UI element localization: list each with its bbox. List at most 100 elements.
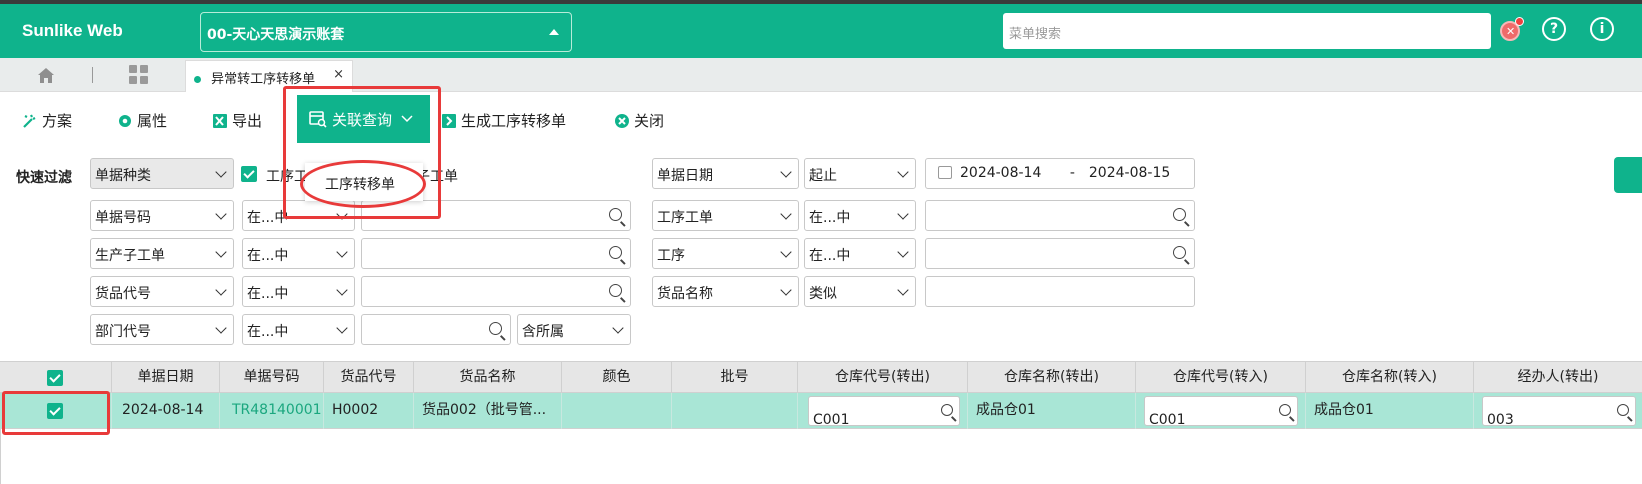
select-all-checkbox[interactable] <box>47 370 63 386</box>
calendar-search-icon <box>309 111 327 128</box>
caret-up-icon <box>549 29 559 35</box>
col-header[interactable]: 货品名称 <box>414 362 562 394</box>
col-header[interactable]: 经办人(转出) <box>1474 362 1642 394</box>
date-range-input[interactable]: 2024-08-14 -2024-08-15 <box>925 158 1195 189</box>
select-all-cell[interactable] <box>0 362 112 394</box>
chevron-down-icon <box>780 166 792 178</box>
brand-logo: Sunlike Web <box>22 21 123 40</box>
query-button[interactable] <box>1614 157 1642 193</box>
dept-code-op-select[interactable]: 在...中 <box>242 314 355 345</box>
chevron-down-icon <box>780 208 792 220</box>
proc-order-select[interactable]: 工序工单 <box>652 200 799 231</box>
item-name-input[interactable] <box>925 276 1195 307</box>
chevron-down-icon <box>612 322 624 334</box>
row-checkbox[interactable] <box>47 403 63 419</box>
search-icon[interactable] <box>1173 208 1186 221</box>
export-button[interactable]: 导出 <box>212 110 262 131</box>
chevron-down-icon <box>215 322 227 334</box>
col-header[interactable]: 仓库代号(转出) <box>798 362 968 394</box>
chevron-down-icon <box>401 115 413 123</box>
chevron-down-icon <box>897 208 909 220</box>
prod-sub-order-select[interactable]: 生产子工单 <box>90 238 234 269</box>
wh-in-code-input[interactable]: C001 <box>1144 396 1298 428</box>
chevron-down-icon <box>780 284 792 296</box>
chevron-down-icon <box>215 208 227 220</box>
cell-handler-out: 003 <box>1474 393 1642 429</box>
item-name-select[interactable]: 货品名称 <box>652 276 799 307</box>
doc-no-input[interactable] <box>361 200 631 231</box>
col-header[interactable]: 仓库名称(转出) <box>968 362 1136 394</box>
item-code-op-select[interactable]: 在...中 <box>242 276 355 307</box>
account-selector[interactable]: 00-天心天思演示账套 <box>200 12 572 52</box>
dept-code-select[interactable]: 部门代号 <box>90 314 234 345</box>
col-header[interactable]: 仓库名称(转入) <box>1306 362 1474 394</box>
search-icon[interactable] <box>609 246 622 259</box>
prod-sub-order-input[interactable] <box>361 238 631 269</box>
prod-sub-order-op-select[interactable]: 在...中 <box>242 238 355 269</box>
tab-close-icon[interactable]: × <box>333 67 344 82</box>
search-icon[interactable] <box>1279 404 1291 416</box>
help-icon[interactable]: ? <box>1542 17 1566 41</box>
table-row[interactable]: 2024-08-14 TR48140001 H0002 货品002（批号管...… <box>0 393 1642 429</box>
chevron-down-icon <box>336 284 348 296</box>
item-code-input[interactable] <box>361 276 631 307</box>
chevron-down-icon <box>215 284 227 296</box>
doc-no-op-select[interactable]: 在...中 <box>242 200 355 231</box>
search-icon[interactable] <box>941 404 953 416</box>
info-icon[interactable]: i <box>1590 17 1614 41</box>
notification-icon[interactable]: ✕ <box>1500 17 1524 41</box>
col-header[interactable]: 单据日期 <box>112 362 220 394</box>
wh-out-code-input[interactable]: C001 <box>808 396 960 428</box>
proc-order-op-select[interactable]: 在...中 <box>804 200 916 231</box>
menu-search-input[interactable]: 菜单搜索 <box>1003 13 1491 49</box>
process-input[interactable] <box>925 238 1195 269</box>
row-select-cell[interactable] <box>0 393 112 429</box>
col-header[interactable]: 货品代号 <box>324 362 414 394</box>
item-code-select[interactable]: 货品代号 <box>90 276 234 307</box>
tab-exception-transfer[interactable]: 异常转工序转移单 × <box>185 60 353 92</box>
cell-doc-no-link[interactable]: TR48140001 <box>220 393 324 429</box>
include-sub-select[interactable]: 含所属 <box>517 314 631 345</box>
doc-date-select[interactable]: 单据日期 <box>652 158 799 189</box>
generate-transfer-button[interactable]: 生成工序转移单 <box>441 110 566 131</box>
quick-filter-label: 快速过滤 <box>16 170 72 186</box>
item-name-op-select[interactable]: 类似 <box>804 276 916 307</box>
proc-order-input[interactable] <box>925 200 1195 231</box>
close-button[interactable]: 关闭 <box>614 110 664 131</box>
plan-button[interactable]: 方案 <box>22 110 72 131</box>
chevron-down-icon <box>780 246 792 258</box>
chevron-down-icon <box>215 246 227 258</box>
proc-order-checkbox[interactable] <box>241 166 257 182</box>
col-header[interactable]: 颜色 <box>562 362 672 394</box>
menu-item-process-transfer[interactable]: 工序转移单 <box>325 174 395 194</box>
date-range-select[interactable]: 起止 <box>804 158 916 189</box>
search-icon[interactable] <box>1173 246 1186 259</box>
doc-no-select[interactable]: 单据号码 <box>90 200 234 231</box>
doc-type-select[interactable]: 单据种类 <box>90 158 234 189</box>
dept-code-input[interactable] <box>361 314 511 345</box>
related-query-button[interactable]: 关联查询 <box>297 95 430 143</box>
chevron-down-icon <box>336 246 348 258</box>
home-icon[interactable] <box>37 66 55 84</box>
search-icon[interactable] <box>609 208 622 221</box>
process-select[interactable]: 工序 <box>652 238 799 269</box>
cell-date: 2024-08-14 <box>112 393 220 429</box>
search-icon[interactable] <box>489 322 502 335</box>
chevron-down-icon <box>336 208 348 220</box>
tab-divider <box>92 67 93 83</box>
related-query-menu: 工序转移单 <box>305 163 423 201</box>
col-header[interactable]: 仓库代号(转入) <box>1136 362 1306 394</box>
handler-out-input[interactable]: 003 <box>1482 396 1636 428</box>
cell-wh-out-name: 成品仓01 <box>968 393 1136 429</box>
properties-button[interactable]: 属性 <box>117 110 167 131</box>
apps-grid-icon[interactable] <box>129 65 149 85</box>
process-op-select[interactable]: 在...中 <box>804 238 916 269</box>
search-icon[interactable] <box>609 284 622 297</box>
gear-icon <box>119 114 131 127</box>
search-icon[interactable] <box>1617 404 1629 416</box>
col-header[interactable]: 批号 <box>672 362 798 394</box>
col-header[interactable]: 单据号码 <box>220 362 324 394</box>
magic-wand-icon <box>23 114 36 128</box>
tab-label: 异常转工序转移单 <box>211 72 316 87</box>
cell-wh-in-code: C001 <box>1136 393 1306 429</box>
